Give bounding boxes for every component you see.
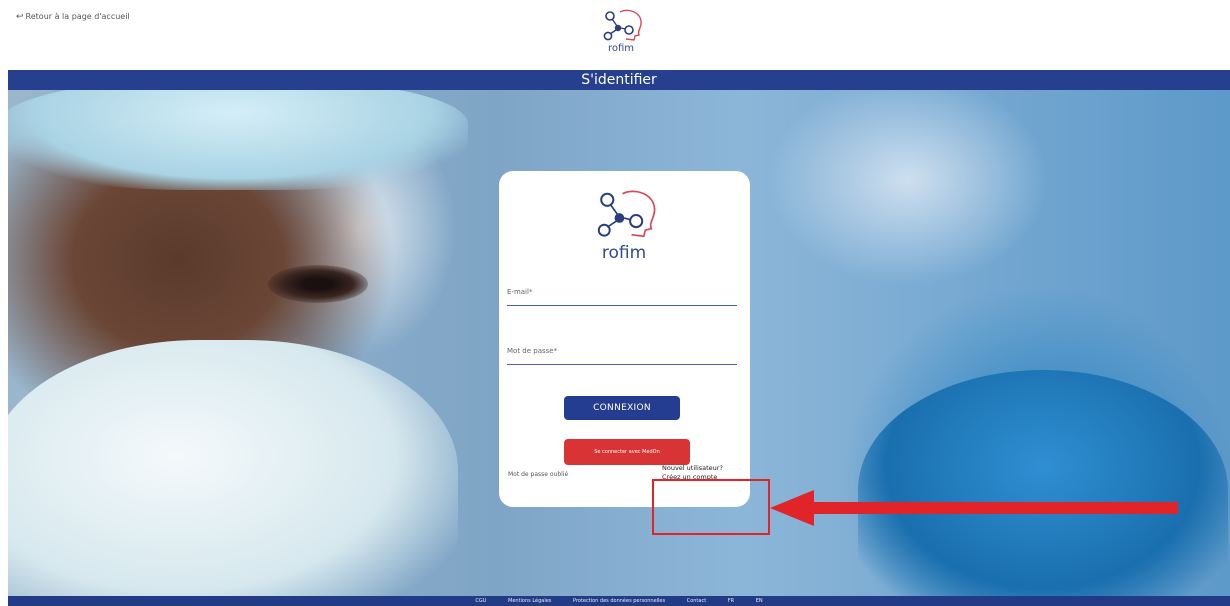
footer-link-contact[interactable]: Contact (687, 598, 706, 604)
page-title: S'identifier (581, 72, 657, 88)
card-logo: rofim (579, 185, 669, 265)
annotation-arrow-icon (770, 490, 1178, 526)
password-input[interactable] (507, 342, 737, 365)
card-brand-text: rofim (601, 243, 647, 263)
caption (0, 0, 1230, 8)
footer-link-privacy[interactable]: Protection des données personnelles (573, 598, 665, 604)
new-user-label: Nouvel utilisateur? (662, 464, 723, 472)
photo-surgical-cap (8, 90, 468, 190)
forgot-password-link[interactable]: Mot de passe oublié (508, 471, 568, 478)
rofim-logo-icon (597, 190, 656, 238)
login-card: rofim CONNEXION Se connecter avec MedOn … (499, 171, 750, 507)
back-link-label: Retour à la page d'accueil (25, 12, 130, 21)
medoc-login-button[interactable]: Se connecter avec MedOn (564, 439, 690, 465)
footer-link-cgu[interactable]: CGU (475, 598, 486, 604)
footer-lang-fr[interactable]: FR (728, 598, 734, 604)
email-input[interactable] (507, 283, 737, 306)
photo-blue-scrubs (858, 370, 1228, 596)
header-logo: rofim (594, 8, 648, 64)
annotation-highlight-box (652, 479, 770, 535)
rofim-logo-icon (603, 9, 642, 41)
back-to-home-link[interactable]: ↩ Retour à la page d'accueil (16, 12, 130, 22)
page-title-bar: S'identifier (8, 70, 1230, 90)
photo-surgical-mask (8, 340, 458, 596)
header-brand-text: rofim (607, 43, 635, 54)
footer-lang-en[interactable]: EN (756, 598, 763, 604)
footer-link-mentions[interactable]: Mentions Légales (508, 598, 551, 604)
back-arrow-icon: ↩ (16, 12, 24, 22)
footer-bar: CGU Mentions Légales Protection des donn… (8, 596, 1230, 606)
photo-eye (268, 265, 368, 303)
connexion-button[interactable]: CONNEXION (564, 396, 680, 420)
